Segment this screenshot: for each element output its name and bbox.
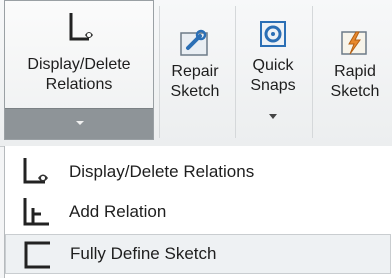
menu-item-label: Fully Define Sketch — [70, 244, 217, 263]
rapid-sketch-icon — [341, 31, 367, 55]
display-delete-label: Display/Delete Relations — [27, 56, 131, 93]
fully-define-sketch-icon — [24, 241, 50, 269]
chevron-down-icon[interactable] — [269, 114, 277, 119]
menu-item-label: Display/Delete Relations — [69, 162, 255, 181]
menu-item-fully-define-sketch[interactable]: Fully Define Sketch — [5, 234, 391, 274]
display-delete-dropdown-arrow[interactable] — [5, 108, 153, 139]
ribbon-separator — [159, 6, 160, 138]
quick-snaps-label: Quick Snaps — [250, 57, 296, 94]
display-relations-icon — [23, 158, 48, 184]
rapid-sketch-button[interactable]: Rapid Sketch — [318, 0, 392, 140]
quick-snaps-button[interactable]: Quick Snaps — [240, 0, 306, 140]
chevron-down-icon — [76, 121, 84, 125]
display-relations-icon — [69, 13, 93, 41]
menu-item-label: Add Relation — [69, 202, 167, 221]
ribbon-separator — [235, 6, 236, 138]
menu-item-display-delete-relations[interactable]: Display/Delete Relations — [5, 152, 391, 192]
repair-sketch-icon — [180, 29, 208, 56]
relations-dropdown-menu: Display/Delete Relations Add Relation Fu… — [4, 146, 392, 278]
repair-sketch-button[interactable]: Repair Sketch — [162, 0, 228, 140]
quick-snaps-icon — [260, 21, 286, 47]
ribbon-separator — [312, 6, 313, 138]
sketch-ribbon: Display/Delete Relations Repair Sketch Q… — [0, 0, 392, 147]
menu-item-add-relation[interactable]: Add Relation — [5, 192, 391, 232]
rapid-sketch-label: Rapid Sketch — [330, 63, 380, 100]
repair-sketch-label: Repair Sketch — [170, 63, 220, 100]
add-relation-icon — [23, 198, 49, 226]
display-delete-relations-button[interactable]: Display/Delete Relations — [4, 0, 154, 140]
